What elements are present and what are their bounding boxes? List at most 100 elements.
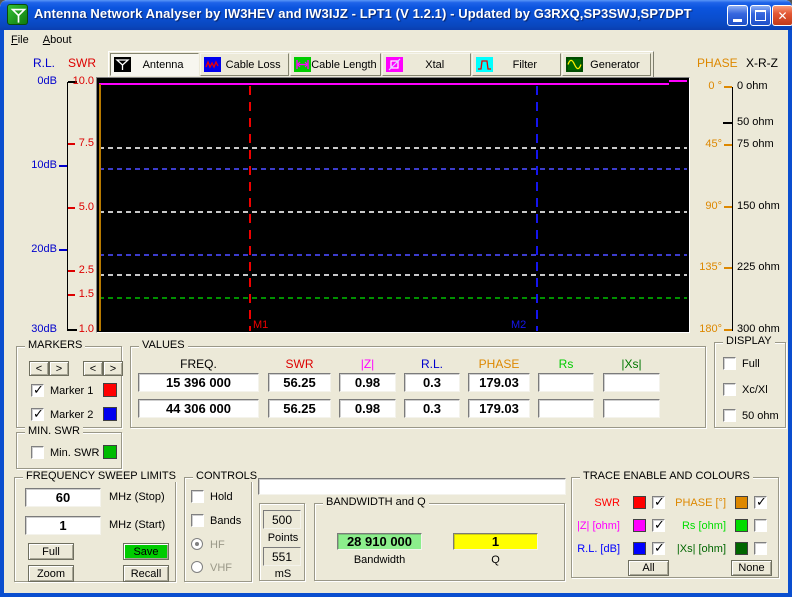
bands-checkbox[interactable] — [191, 514, 204, 527]
generator-icon — [566, 57, 583, 72]
trace-rs-checkbox[interactable] — [754, 519, 767, 532]
phase-axis-title: PHASE — [697, 56, 738, 70]
marker1-prev-button[interactable]: < — [29, 361, 49, 376]
hf-radio[interactable] — [191, 538, 203, 550]
display-group-title: DISPLAY — [723, 335, 775, 347]
sweep-plot-area[interactable]: M1 M2 — [96, 77, 690, 333]
trace-z-swatch[interactable] — [633, 519, 646, 532]
points-value: 500 — [263, 510, 301, 529]
trace-enable-group: TRACE ENABLE AND COLOURS SWR PHASE [°] |… — [571, 477, 779, 578]
controls-group: CONTROLS Hold Bands HF VHF — [184, 477, 252, 582]
minimize-button[interactable] — [727, 5, 748, 26]
marker1-line[interactable] — [249, 86, 251, 331]
xs-header: |Xs| — [603, 357, 660, 371]
marker2-prev-button[interactable]: < — [83, 361, 103, 376]
antenna-icon — [114, 57, 131, 72]
marker1-plot-label: M1 — [253, 319, 268, 331]
display-50ohm-checkbox[interactable] — [723, 409, 736, 422]
message-box[interactable] — [258, 478, 566, 495]
trace-none-button[interactable]: None — [731, 560, 772, 576]
swr-tick-mark — [68, 270, 75, 272]
phase-header: PHASE — [468, 357, 530, 371]
antenna-mode-button[interactable]: Antenna — [110, 53, 199, 76]
trace-phase-swatch[interactable] — [735, 496, 748, 509]
min-swr-label: Min. SWR — [50, 447, 100, 459]
marker2-checkbox[interactable] — [31, 408, 44, 421]
marker2-plot-label: M2 — [511, 319, 526, 331]
trace-xs-label: |Xs| [ohm] — [662, 543, 726, 555]
phase-tick: 0 ° — [692, 80, 722, 92]
rl-tick: 10dB — [21, 159, 57, 171]
title-bar[interactable]: Antenna Network Analyser by IW3HEV and I… — [0, 0, 792, 30]
display-xcxl-label: Xc/Xl — [742, 384, 768, 396]
sweep-points-panel: 500 Points 551 mS — [259, 503, 305, 581]
marker1-rl-value: 0.3 — [404, 373, 460, 392]
generator-mode-button[interactable]: Generator — [562, 53, 651, 76]
trace-xs-swatch[interactable] — [735, 542, 748, 555]
marker2-label: Marker 2 — [50, 409, 93, 421]
xtal-icon — [386, 57, 403, 72]
ohm-tick: 0 ohm — [737, 80, 768, 92]
q-value: 1 — [453, 533, 538, 550]
xtal-mode-button[interactable]: Xtal — [382, 53, 471, 76]
marker1-next-button[interactable]: > — [49, 361, 69, 376]
zoom-button[interactable]: Zoom — [28, 565, 74, 582]
display-xcxl-checkbox[interactable] — [723, 383, 736, 396]
cable-length-mode-button[interactable]: Cable Length — [290, 53, 380, 76]
full-sweep-button[interactable]: Full — [28, 543, 74, 560]
marker2-z-value: 0.98 — [339, 399, 396, 418]
menu-bar: File About — [4, 30, 788, 49]
trace-swr-swatch[interactable] — [633, 496, 646, 509]
gridline-swr-1-5 — [99, 297, 687, 299]
cable-loss-icon — [204, 57, 221, 72]
phase-tick-mark — [724, 206, 732, 208]
trace-rs-swatch[interactable] — [735, 519, 748, 532]
min-swr-checkbox[interactable] — [31, 446, 44, 459]
display-full-checkbox[interactable] — [723, 357, 736, 370]
maximize-button[interactable] — [750, 5, 771, 26]
rl-tick: 20dB — [21, 243, 57, 255]
trace-swr-label: SWR — [572, 497, 620, 509]
start-frequency-input[interactable]: 1 — [25, 516, 101, 535]
marker1-label: Marker 1 — [50, 385, 93, 397]
gridline-swr-2-5 — [99, 274, 687, 276]
values-group: VALUES FREQ. SWR |Z| R.L. PHASE Rs |Xs| … — [130, 346, 706, 428]
filter-mode-button[interactable]: Filter — [472, 53, 561, 76]
min-swr-color-swatch[interactable] — [103, 445, 117, 459]
trace-phase-checkbox[interactable] — [754, 496, 767, 509]
marker1-checkbox[interactable] — [31, 384, 44, 397]
hold-checkbox[interactable] — [191, 490, 204, 503]
marker1-z-value: 0.98 — [339, 373, 396, 392]
trace-xs-checkbox[interactable] — [754, 542, 767, 555]
z-trace-end-segment — [669, 80, 687, 82]
trace-rl-label: R.L. [dB] — [572, 543, 620, 555]
marker2-line[interactable] — [536, 86, 538, 331]
stop-frequency-input[interactable]: 60 — [25, 488, 101, 507]
vhf-radio[interactable] — [191, 561, 203, 573]
save-button[interactable]: Save — [123, 543, 169, 560]
marker1-freq-value: 15 396 000 — [138, 373, 259, 392]
phase-tick-mark — [724, 86, 732, 88]
trace-phase-label: PHASE [°] — [662, 497, 726, 509]
ohm-tick: 225 ohm — [737, 261, 780, 273]
recall-button[interactable]: Recall — [123, 565, 169, 582]
menu-about[interactable]: About — [36, 32, 79, 48]
trace-rl-swatch[interactable] — [633, 542, 646, 555]
marker2-next-button[interactable]: > — [103, 361, 123, 376]
marker1-color-swatch[interactable] — [103, 383, 117, 397]
phase-tick: 180° — [692, 323, 722, 335]
rl-tick-mark — [59, 249, 67, 251]
phase-tick-mark — [724, 329, 732, 331]
cable-loss-mode-button[interactable]: Cable Loss — [200, 53, 289, 76]
marker2-color-swatch[interactable] — [103, 407, 117, 421]
ohm-tick: 150 ohm — [737, 200, 780, 212]
sweep-limits-group: FREQUENCY SWEEP LIMITS 60 MHz (Stop) 1 M… — [14, 477, 176, 582]
menu-file[interactable]: File — [4, 32, 36, 48]
min-swr-group-title: MIN. SWR — [25, 425, 83, 437]
mode-toolbar: Antenna Cable Loss Cable Length Xtal Fil… — [108, 51, 654, 78]
trace-all-button[interactable]: All — [628, 560, 669, 576]
xrz-axis-title: X-R-Z — [746, 56, 778, 70]
close-button[interactable] — [772, 5, 792, 26]
display-full-label: Full — [742, 358, 760, 370]
rl-tick-mark — [59, 165, 67, 167]
